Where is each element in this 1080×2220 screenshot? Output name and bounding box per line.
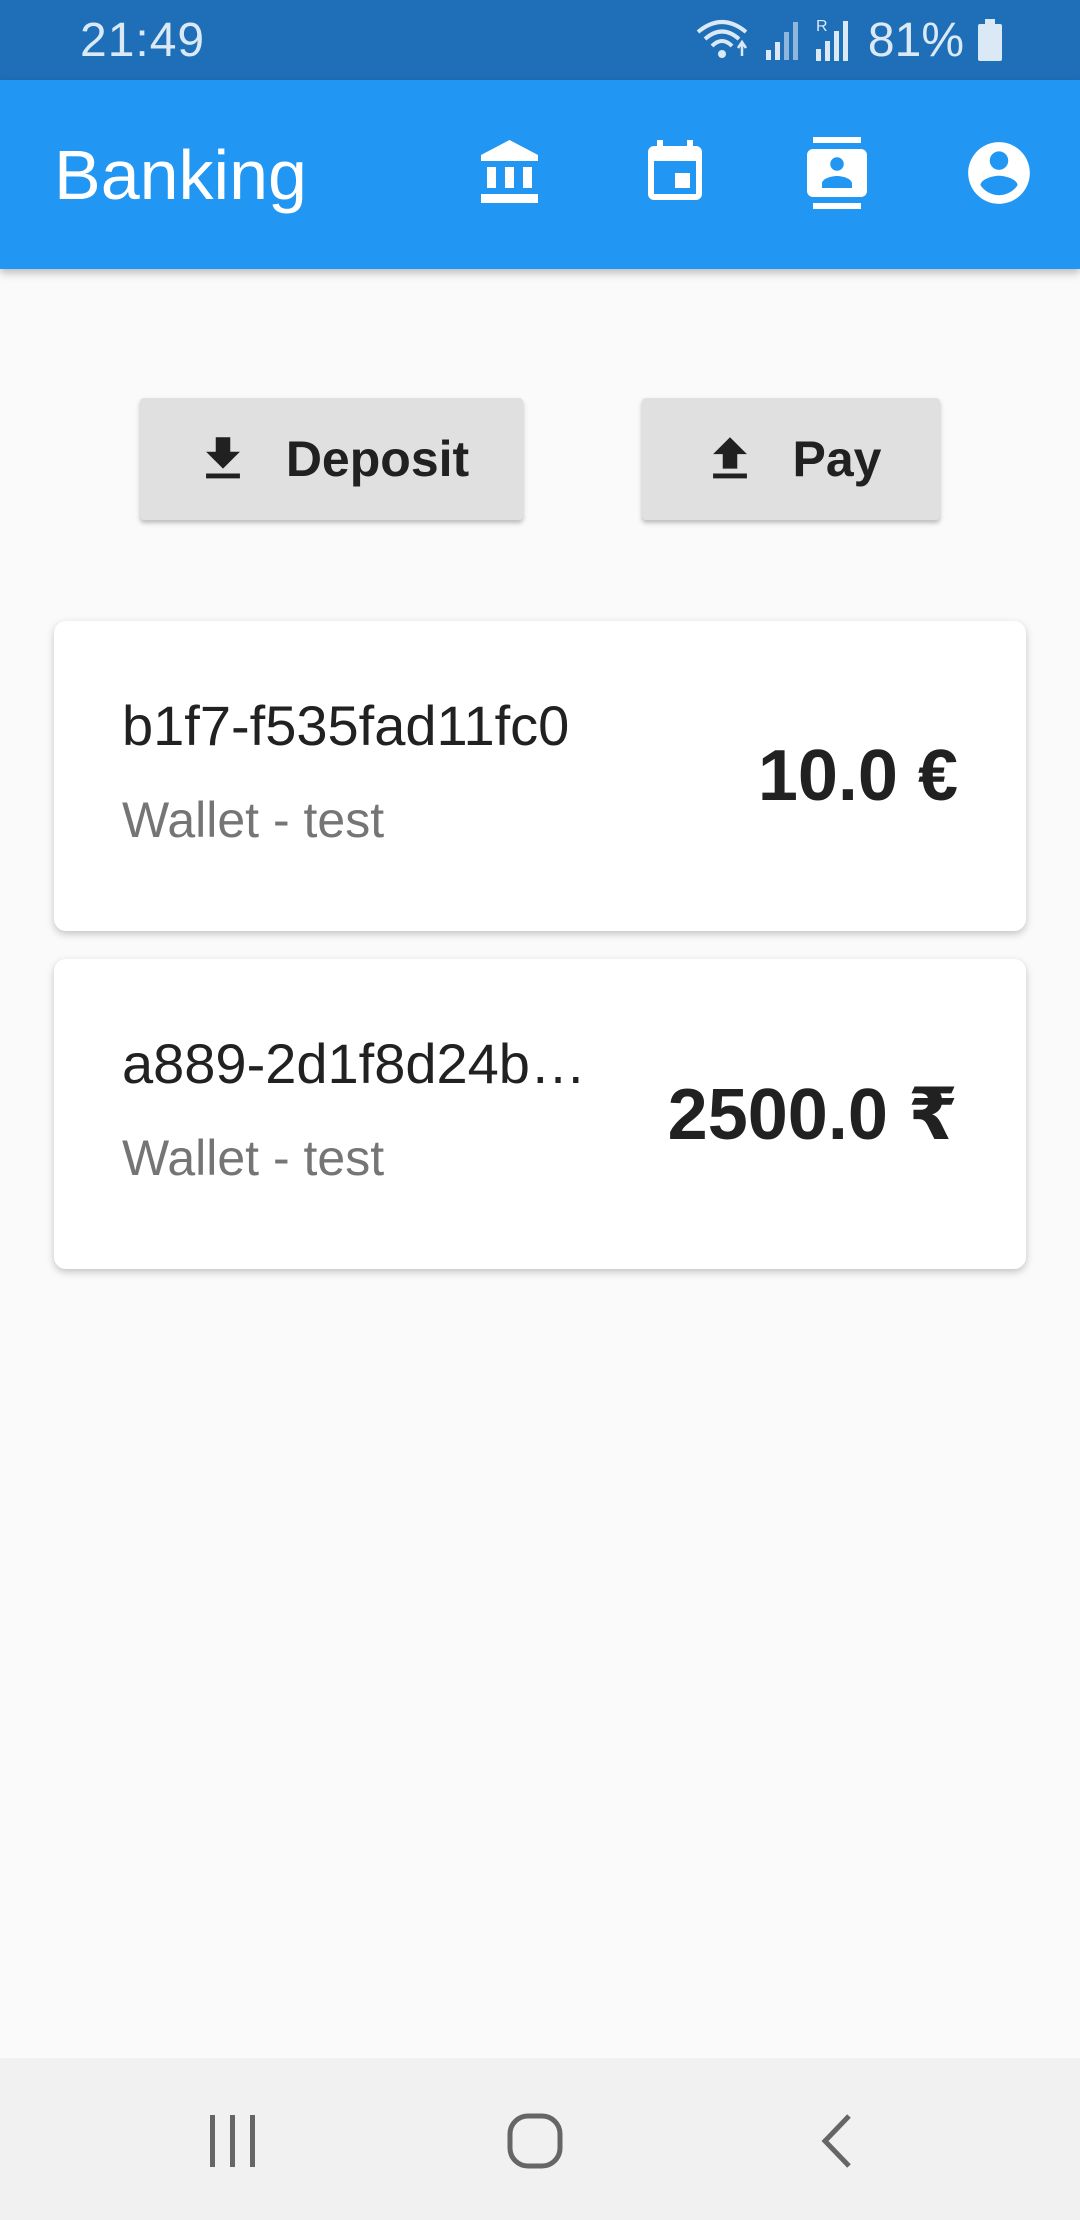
svg-text:R: R — [816, 18, 828, 35]
wallet-card[interactable]: a889-2d1f8d24b… Wallet - test 2500.0 ₹ — [54, 959, 1026, 1269]
battery-icon — [978, 19, 1002, 61]
contacts-icon — [801, 136, 873, 214]
home-icon — [505, 2111, 565, 2176]
download-icon — [194, 430, 252, 488]
calendar-button[interactable] — [632, 132, 718, 218]
system-nav-bar — [0, 2058, 1080, 2220]
wallet-subtitle: Wallet - test — [122, 1130, 385, 1186]
status-time: 21:49 — [80, 13, 206, 67]
app-bar: Banking — [0, 80, 1080, 269]
recent-apps-icon — [206, 2113, 260, 2174]
account-circle-icon — [962, 136, 1036, 215]
wallet-id: a889-2d1f8d24b… — [122, 1032, 586, 1095]
deposit-label: Deposit — [285, 431, 470, 487]
bank-icon — [475, 137, 547, 214]
wallet-card[interactable]: b1f7-f535fad11fc0 Wallet - test 10.0 € — [54, 621, 1026, 931]
app-title: Banking — [54, 135, 307, 214]
status-bar: 21:49 R 81% — [0, 0, 1080, 80]
pay-button[interactable]: Pay — [642, 398, 940, 520]
recent-apps-button[interactable] — [193, 2103, 273, 2183]
banking-screen: 21:49 R 81% Banking Deposit Pay b1f7-f53… — [0, 0, 1080, 2220]
wallet-id: b1f7-f535fad11fc0 — [122, 694, 570, 757]
signal-roaming-icon: R — [814, 17, 854, 63]
bank-button[interactable] — [468, 132, 554, 218]
upload-icon — [701, 430, 759, 488]
wallet-subtitle: Wallet - test — [122, 792, 385, 848]
home-button[interactable] — [495, 2103, 575, 2183]
wallet-balance: 10.0 € — [757, 736, 958, 816]
wifi-icon — [694, 18, 750, 62]
signal-icon — [764, 18, 800, 62]
status-icons: R 81% — [694, 13, 1002, 68]
account-button[interactable] — [956, 132, 1042, 218]
back-button[interactable] — [797, 2103, 877, 2183]
calendar-icon — [639, 137, 711, 214]
pay-label: Pay — [792, 431, 882, 487]
battery-percentage: 81% — [867, 13, 964, 67]
back-icon — [817, 2111, 857, 2176]
deposit-button[interactable]: Deposit — [140, 398, 523, 520]
contacts-button[interactable] — [794, 132, 880, 218]
wallet-balance: 2500.0 ₹ — [667, 1075, 958, 1155]
